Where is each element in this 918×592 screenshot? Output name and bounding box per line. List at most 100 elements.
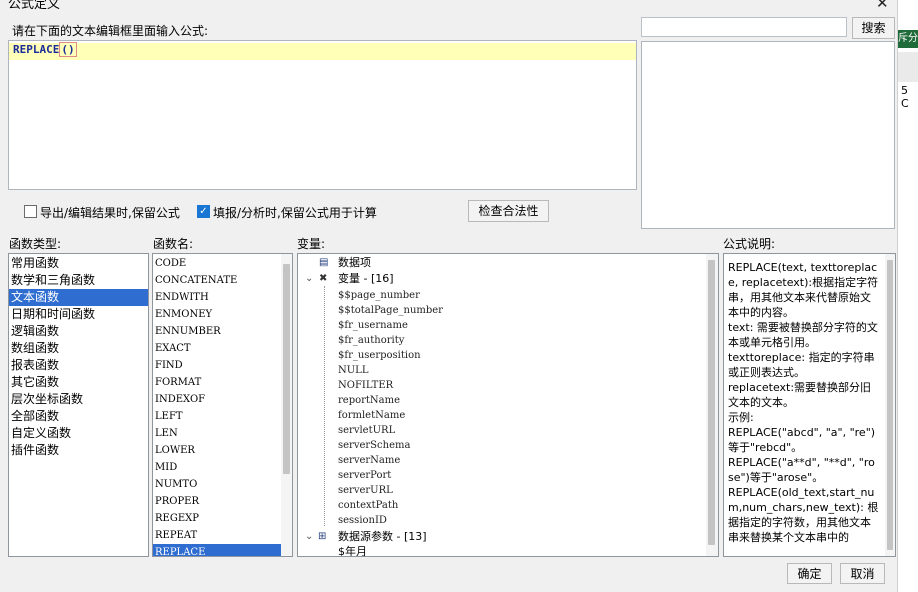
data-items-root[interactable]: 数据项: [338, 255, 371, 270]
function-name-item[interactable]: FIND: [153, 357, 281, 374]
variable-item[interactable]: serverSchema: [338, 438, 410, 453]
description-scroll-thumb[interactable]: [887, 260, 893, 550]
editor-instruction: 请在下面的文本编辑框里面输入公式:: [12, 24, 209, 38]
description-line: REPLACE(text, texttoreplace, replacetext…: [728, 261, 879, 319]
function-type-item[interactable]: 常用函数: [9, 255, 148, 272]
description-line: texttoreplace: 指定的字符串或正则表达式。: [728, 351, 875, 379]
description-line: 示例:: [728, 411, 754, 424]
function-name-item[interactable]: LOWER: [153, 442, 281, 459]
datasource-param-item[interactable]: $年月: [338, 544, 367, 556]
datasource-params-icon: ⊞: [318, 531, 327, 542]
description-header: 公式说明:: [723, 237, 776, 251]
function-name-item[interactable]: REGEXP: [153, 510, 281, 527]
function-type-item[interactable]: 数组函数: [9, 340, 148, 357]
variable-item[interactable]: formletName: [338, 408, 405, 423]
formula-editor[interactable]: REPLACE(): [8, 40, 637, 190]
function-name-item[interactable]: REPLACE: [153, 544, 281, 556]
variable-item[interactable]: NOFILTER: [338, 378, 393, 393]
background-header-cell: 斥分: [898, 30, 918, 48]
description-line: REPLACE("abcd", "a", "re")等于"rebcd"。: [728, 426, 876, 454]
function-type-item[interactable]: 层次坐标函数: [9, 391, 148, 408]
function-name-item[interactable]: PROPER: [153, 493, 281, 510]
check-validity-button[interactable]: 检查合法性: [468, 200, 549, 222]
function-name-item[interactable]: CODE: [153, 255, 281, 272]
function-name-item[interactable]: EXACT: [153, 340, 281, 357]
function-names-scrollbar[interactable]: [281, 254, 292, 556]
variable-item[interactable]: contextPath: [338, 498, 398, 513]
description-scrollbar[interactable]: [885, 254, 895, 556]
variable-item[interactable]: $$page_number: [338, 288, 420, 303]
variable-item[interactable]: reportName: [338, 393, 400, 408]
variable-item[interactable]: $$totalPage_number: [338, 303, 443, 318]
export-keep-formula-label: 导出/编辑结果时,保留公式: [40, 206, 180, 220]
function-type-item[interactable]: 逻辑函数: [9, 323, 148, 340]
variables-header: 变量:: [297, 237, 326, 251]
function-type-item[interactable]: 数学和三角函数: [9, 272, 148, 289]
variable-item[interactable]: $fr_authority: [338, 333, 404, 348]
function-names-scroll-thumb[interactable]: [283, 264, 290, 474]
collapse-arrow-icon: ⌄: [305, 531, 314, 542]
formula-function-name: REPLACE: [13, 43, 60, 56]
function-name-item[interactable]: ENNUMBER: [153, 323, 281, 340]
variable-item[interactable]: serverPort: [338, 468, 391, 483]
function-types-header: 函数类型:: [9, 237, 62, 251]
variables-scroll-thumb[interactable]: [708, 260, 715, 545]
function-type-item[interactable]: 全部函数: [9, 408, 148, 425]
function-type-item[interactable]: 插件函数: [9, 442, 148, 459]
search-results-panel: [641, 41, 895, 229]
background-cell: [898, 52, 918, 82]
description-line: REPLACE("a**d", "**d", "rose")等于"arose"。: [728, 456, 875, 484]
function-name-item[interactable]: ENMONEY: [153, 306, 281, 323]
function-type-item[interactable]: 文本函数: [9, 289, 148, 306]
function-name-item[interactable]: NUMTO: [153, 476, 281, 493]
variable-item[interactable]: serverName: [338, 453, 400, 468]
function-names-list: CODE CONCATENATE ENDWITH ENMONEY ENNUMBER EXA…: [152, 253, 293, 557]
variables-group-label[interactable]: 变量 - [16]: [338, 271, 394, 286]
variables-tree: ▤ 数据项 ⌄ ✖ 变量 - [16] $$page_number $$totalPage_…: [297, 253, 719, 557]
search-input[interactable]: [641, 17, 847, 37]
export-keep-formula-checkbox[interactable]: [24, 205, 37, 218]
variable-item[interactable]: servletURL: [338, 423, 395, 438]
function-name-item[interactable]: MID: [153, 459, 281, 476]
description-line: REPLACE(old_text,start_num,num_chars,new…: [728, 486, 879, 544]
variable-item[interactable]: serverURL: [338, 483, 393, 498]
variable-item[interactable]: $fr_userposition: [338, 348, 421, 363]
close-icon[interactable]: ✕: [876, 0, 889, 12]
fill-keep-formula-checkbox[interactable]: ✓: [197, 205, 210, 218]
data-items-icon: ▤: [319, 257, 329, 268]
function-names-header: 函数名:: [153, 237, 194, 251]
window-title: 公式定义: [8, 0, 61, 12]
function-type-item[interactable]: 自定义函数: [9, 425, 148, 442]
formula-parentheses: (): [59, 42, 77, 57]
function-name-item[interactable]: REPEAT: [153, 527, 281, 544]
function-name-item[interactable]: LEN: [153, 425, 281, 442]
function-name-item[interactable]: ENDWITH: [153, 289, 281, 306]
cancel-button[interactable]: 取消: [840, 563, 885, 584]
variables-group-icon: ✖: [319, 273, 328, 284]
function-name-item[interactable]: CONCATENATE: [153, 272, 281, 289]
function-type-item[interactable]: 日期和时间函数: [9, 306, 148, 323]
fill-keep-formula-label: 填报/分析时,保留公式用于计算: [213, 206, 377, 220]
background-text: 5 C: [901, 84, 909, 110]
variable-item[interactable]: $fr_username: [338, 318, 408, 333]
function-type-item[interactable]: 其它函数: [9, 374, 148, 391]
datasource-params-group-label[interactable]: 数据源参数 - [13]: [338, 529, 427, 544]
description-panel: REPLACE(text, texttoreplace, replacetext…: [723, 253, 896, 557]
description-line: text: 需要被替换部分字符的文本或单元格引用。: [728, 321, 878, 349]
ok-button[interactable]: 确定: [787, 563, 832, 584]
description-line: replacetext:需要替换部分旧文本的文本。: [728, 381, 872, 409]
function-name-item[interactable]: LEFT: [153, 408, 281, 425]
function-types-list: 常用函数 数学和三角函数 文本函数 日期和时间函数 逻辑函数 数组函数 报表函数 其它函数 层次…: [8, 253, 149, 557]
variables-scrollbar[interactable]: [706, 254, 718, 556]
tree-guide-line: [324, 286, 325, 526]
variable-item[interactable]: NULL: [338, 363, 368, 378]
current-line-highlight: [9, 43, 636, 60]
collapse-arrow-icon: ⌄: [305, 273, 314, 284]
function-name-item[interactable]: FORMAT: [153, 374, 281, 391]
search-button[interactable]: 搜索: [852, 17, 895, 39]
background-app-edge: 斥分 5 C: [897, 0, 918, 592]
formula-text: REPLACE(): [13, 42, 77, 57]
function-type-item[interactable]: 报表函数: [9, 357, 148, 374]
function-name-item[interactable]: INDEXOF: [153, 391, 281, 408]
variable-item[interactable]: sessionID: [338, 513, 387, 528]
